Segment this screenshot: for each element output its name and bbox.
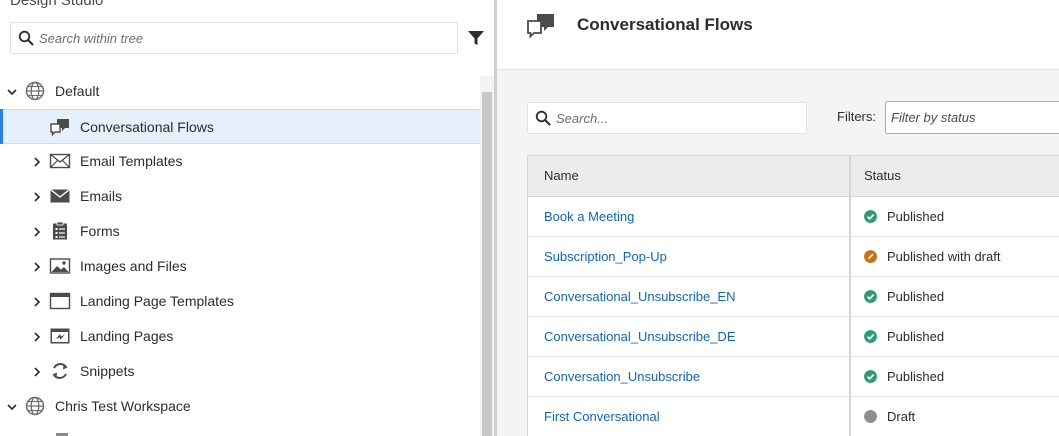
tree-item-default[interactable]: Default (0, 74, 480, 109)
flow-name-link[interactable]: First Conversational (544, 409, 660, 424)
table-row[interactable]: Subscription_Pop-Up Published with draft (528, 237, 1059, 277)
chevron-right-icon[interactable] (31, 156, 43, 168)
chat-bubbles-icon (50, 119, 69, 137)
flow-name-link[interactable]: Conversational_Unsubscribe_DE (544, 329, 736, 344)
folder-tree: Default Conversational Flows Email Templ… (0, 74, 480, 424)
design-studio-panel: Design Studio Default (0, 0, 494, 436)
content-panel: Conversational Flows Filters: Name Statu… (497, 0, 1059, 436)
tree-item-label: Emails (80, 188, 123, 204)
globe-icon (25, 396, 45, 416)
snippets-refresh-icon (52, 363, 68, 379)
tree-item-conversational-flows[interactable]: Conversational Flows (0, 109, 480, 144)
filters-label: Filters: (837, 109, 876, 124)
tree-search-box[interactable] (10, 22, 458, 54)
column-separator (849, 317, 851, 356)
tree-item-emails[interactable]: Emails (0, 179, 480, 214)
column-resize-handle[interactable] (849, 156, 851, 196)
page-title: Conversational Flows (577, 15, 753, 34)
envelope-outline-icon (49, 153, 71, 169)
tree-item-label: Conversational Flows (80, 119, 214, 135)
status-text: Published (887, 209, 945, 224)
tree-item-label: Images and Files (80, 258, 187, 274)
clipboard-form-icon (53, 221, 67, 240)
column-separator (849, 357, 851, 396)
chat-bubbles-icon (527, 14, 554, 39)
published-check-icon (864, 290, 877, 303)
image-icon (49, 258, 71, 274)
column-header-name[interactable]: Name (544, 168, 579, 183)
tree-item-snippets[interactable]: Snippets (0, 354, 480, 389)
status-text: Published (887, 369, 945, 384)
chevron-right-icon[interactable] (31, 191, 43, 203)
filter-icon[interactable] (466, 28, 486, 48)
tree-item-label: Landing Page Templates (80, 293, 234, 309)
column-separator (849, 397, 851, 436)
table-row[interactable]: First Conversational Draft (528, 397, 1059, 436)
tree-item-email-templates[interactable]: Email Templates (0, 144, 480, 179)
panel-title: Design Studio (10, 0, 104, 9)
search-icon (535, 110, 551, 126)
chevron-right-icon[interactable] (31, 261, 43, 273)
tree-item-landing-pages[interactable]: Landing Pages (0, 319, 480, 354)
flow-name-link[interactable]: Conversational_Unsubscribe_EN (544, 289, 736, 304)
published-with-draft-icon (864, 250, 877, 263)
envelope-icon (50, 188, 70, 203)
search-icon (18, 30, 34, 46)
flows-table: Name Status Book a Meeting Published Sub… (527, 155, 1059, 436)
table-row[interactable]: Conversational_Unsubscribe_DE Published (528, 317, 1059, 357)
flow-name-link[interactable]: Subscription_Pop-Up (544, 249, 667, 264)
window-template-icon (49, 292, 71, 310)
chevron-right-icon[interactable] (31, 331, 43, 343)
published-check-icon (864, 210, 877, 223)
tree-item-chris-test-workspace[interactable]: Chris Test Workspace (0, 389, 480, 424)
column-separator (849, 197, 851, 236)
tree-item-label: Snippets (80, 363, 135, 379)
tree-item-images-and-files[interactable]: Images and Files (0, 249, 480, 284)
tree-item-label: Email Templates (80, 153, 183, 169)
published-check-icon (864, 330, 877, 343)
chevron-right-icon[interactable] (31, 366, 43, 378)
list-search-box[interactable] (527, 102, 807, 134)
status-text: Published with draft (887, 249, 1001, 264)
status-filter-input[interactable] (891, 104, 1059, 131)
column-separator (849, 237, 851, 276)
column-separator (849, 277, 851, 316)
tree-scrollbar[interactable] (480, 76, 494, 436)
column-header-status[interactable]: Status (864, 168, 901, 183)
content-header: Conversational Flows (497, 0, 1059, 70)
published-check-icon (864, 370, 877, 383)
chevron-right-icon[interactable] (31, 226, 43, 238)
table-row[interactable]: Conversational_Unsubscribe_EN Published (528, 277, 1059, 317)
tree-search-input[interactable] (39, 24, 449, 52)
status-text: Published (887, 289, 945, 304)
tree-item-label: Chris Test Workspace (55, 398, 191, 414)
draft-dot-icon (864, 410, 877, 423)
list-search-input[interactable] (556, 104, 796, 132)
table-row[interactable]: Book a Meeting Published (528, 197, 1059, 237)
tree-item-landing-page-templates[interactable]: Landing Page Templates (0, 284, 480, 319)
landing-page-icon (50, 328, 70, 344)
chevron-down-icon[interactable] (6, 86, 18, 98)
scrollbar-thumb[interactable] (482, 92, 492, 436)
tree-item-label: Landing Pages (80, 328, 174, 344)
table-row[interactable]: Conversation_Unsubscribe Published (528, 357, 1059, 397)
globe-icon (25, 81, 45, 101)
flow-name-link[interactable]: Book a Meeting (544, 209, 634, 224)
flow-name-link[interactable]: Conversation_Unsubscribe (544, 369, 700, 384)
status-filter-field[interactable] (885, 101, 1059, 134)
table-header: Name Status (528, 156, 1059, 197)
status-text: Draft (887, 409, 916, 424)
chevron-down-icon[interactable] (6, 401, 18, 413)
tree-item-forms[interactable]: Forms (0, 214, 480, 249)
chevron-right-icon[interactable] (31, 296, 43, 308)
tree-item-label: Forms (80, 223, 120, 239)
status-text: Published (887, 329, 945, 344)
tree-item-label: Default (55, 83, 100, 99)
